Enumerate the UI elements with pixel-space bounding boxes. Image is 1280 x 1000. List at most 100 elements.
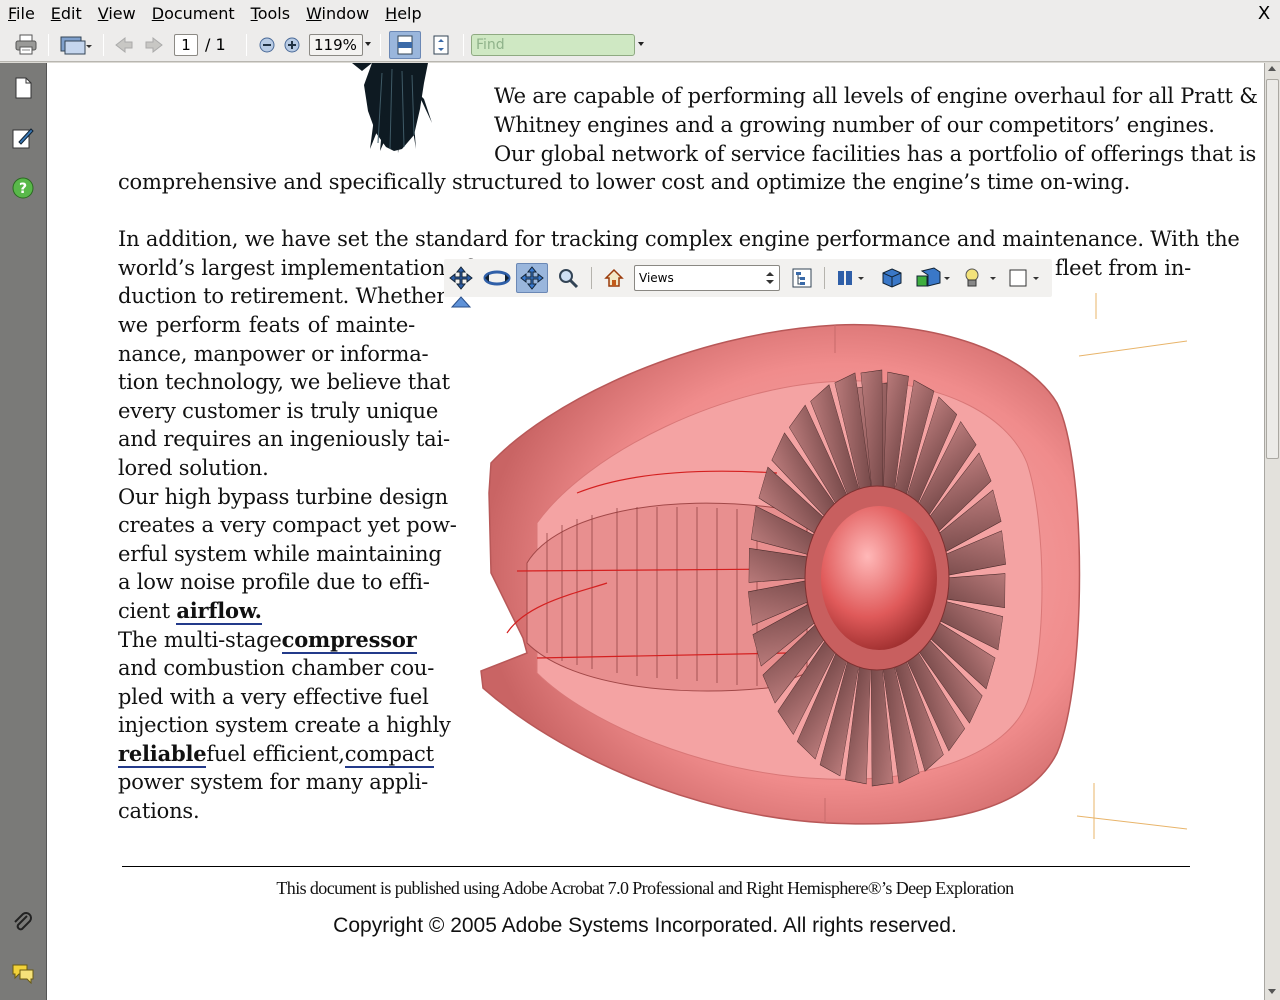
collapse-toolbar-icon[interactable] — [450, 296, 472, 308]
menu-tools[interactable]: Tools — [243, 0, 298, 28]
scroll-down-icon[interactable] — [1268, 989, 1276, 994]
zoom-level-select[interactable]: 119% — [309, 34, 363, 56]
sign-icon — [12, 128, 34, 149]
arrow-left-icon — [115, 36, 133, 54]
zoom-in-icon — [284, 37, 300, 53]
page-total: / 1 — [205, 35, 226, 54]
body-text-line: In addition, we have set the standard fo… — [118, 227, 1240, 251]
updown-icon — [766, 272, 774, 284]
body-text-line: and combustion chamber cou- — [118, 656, 435, 680]
fit-width-icon — [397, 35, 413, 55]
menu-document[interactable]: Document — [144, 0, 243, 28]
3d-toolbar: Views — [444, 259, 1052, 297]
body-text-line: injection system create a highly — [118, 713, 451, 737]
rotate-icon — [449, 266, 473, 290]
model-tree-button[interactable] — [788, 263, 816, 293]
cube-icon — [882, 268, 902, 288]
reliable-link[interactable]: reliable — [118, 740, 207, 768]
views-select[interactable]: Views — [634, 265, 780, 291]
print-button[interactable] — [12, 31, 40, 59]
help-icon: ? — [12, 177, 34, 199]
body-text-line: lored solution. — [118, 456, 269, 480]
body-text-line: nance, manpower or informa- — [118, 342, 429, 366]
email-icon — [60, 36, 92, 55]
body-text-line: pled with a very effective fuel — [118, 685, 429, 709]
body-text-line: and requires an ingeniously tai- — [118, 427, 450, 451]
body-text-line: we perform feats of mainte- — [118, 313, 415, 337]
page-number-input[interactable]: 1 — [174, 34, 198, 56]
main-toolbar: 1 / 1 119% Find — [0, 28, 1280, 62]
body-text-line: The multi-stage compressor — [118, 626, 417, 654]
menu-help[interactable]: Help — [377, 0, 429, 28]
fit-width-button[interactable] — [389, 31, 421, 59]
spin-icon — [483, 270, 511, 286]
pages-panel-button[interactable] — [10, 75, 36, 101]
body-text-line: power system for many appli- — [118, 770, 429, 794]
email-button[interactable] — [58, 31, 94, 59]
footer-publish-note: This document is published using Adobe A… — [276, 878, 1014, 898]
menu-file[interactable]: File — [0, 0, 43, 28]
lighting-button[interactable] — [958, 263, 998, 293]
vertical-scrollbar[interactable] — [1264, 63, 1280, 1000]
compact-link[interactable]: compact — [344, 740, 434, 768]
fit-page-button[interactable] — [427, 31, 455, 59]
body-text-line: Our high bypass turbine design — [118, 485, 448, 509]
background-color-button[interactable] — [1004, 263, 1044, 293]
footer-rule — [122, 866, 1190, 867]
toggle-cross-section-button[interactable] — [834, 263, 870, 293]
zoom-out-icon — [259, 37, 275, 53]
body-text-line: erful system while maintaining — [118, 542, 442, 566]
body-text-line: tion technology, we believe that — [118, 370, 450, 394]
body-text-line: a low noise profile due to effi- — [118, 570, 430, 594]
body-text-line: duction to retirement. Whether — [118, 284, 447, 308]
menu-view[interactable]: View — [90, 0, 144, 28]
zoom-tool-button[interactable] — [554, 263, 582, 293]
lighting-icon — [965, 268, 996, 287]
rotate-tool-button[interactable] — [446, 263, 476, 293]
projection-button[interactable] — [878, 263, 906, 293]
pan-icon — [520, 266, 544, 290]
comments-panel-button[interactable] — [10, 960, 36, 986]
model-tree-icon — [792, 268, 812, 288]
pan-tool-button[interactable] — [516, 263, 548, 293]
fit-page-icon — [433, 35, 449, 55]
navigation-panel: ? — [0, 63, 46, 1000]
home-icon — [604, 268, 624, 287]
zoom-out-button[interactable] — [256, 31, 278, 59]
scroll-up-icon[interactable] — [1268, 66, 1276, 71]
document-view[interactable]: We are capable of performing all levels … — [46, 63, 1264, 1000]
menu-window[interactable]: Window — [298, 0, 377, 28]
body-text-line: every customer is truly unique — [118, 399, 439, 423]
footer-copyright: Copyright © 2005 Adobe Systems Incorpora… — [333, 914, 957, 937]
render-mode-button[interactable] — [912, 263, 952, 293]
zoom-dropdown-icon[interactable] — [365, 42, 371, 46]
next-page-button[interactable] — [143, 31, 165, 59]
comments-icon — [12, 964, 34, 984]
zoom-in-button[interactable] — [281, 31, 303, 59]
printer-icon — [15, 34, 37, 55]
menu-edit[interactable]: Edit — [43, 0, 90, 28]
default-view-button[interactable] — [600, 263, 628, 293]
help-panel-button[interactable]: ? — [10, 175, 36, 201]
find-input[interactable]: Find — [471, 34, 635, 56]
engine-3d-model[interactable] — [467, 293, 1197, 853]
find-dropdown-icon[interactable] — [638, 42, 644, 46]
paperclip-icon — [14, 912, 32, 931]
annotations-panel-button[interactable] — [10, 125, 36, 151]
close-button[interactable]: X — [1254, 2, 1274, 26]
attachments-panel-button[interactable] — [10, 910, 36, 936]
svg-text:?: ? — [19, 181, 27, 197]
body-text-line: cient airflow. — [118, 598, 262, 625]
spin-tool-button[interactable] — [482, 263, 512, 293]
body-text-line: world’s largest implementation of — [118, 256, 472, 280]
airflow-link[interactable]: airflow. — [176, 598, 262, 625]
magnifier-icon — [559, 269, 579, 289]
render-mode-icon — [916, 267, 950, 287]
body-text-line: Whitney engines and a growing number of … — [494, 113, 1215, 137]
background-color-icon — [1009, 269, 1039, 287]
scrollbar-thumb[interactable] — [1266, 79, 1279, 459]
compressor-link[interactable]: compressor — [281, 626, 417, 654]
illustration-image — [352, 63, 432, 153]
previous-page-button[interactable] — [113, 31, 135, 59]
menu-bar: File Edit View Document Tools Window Hel… — [0, 0, 1280, 28]
